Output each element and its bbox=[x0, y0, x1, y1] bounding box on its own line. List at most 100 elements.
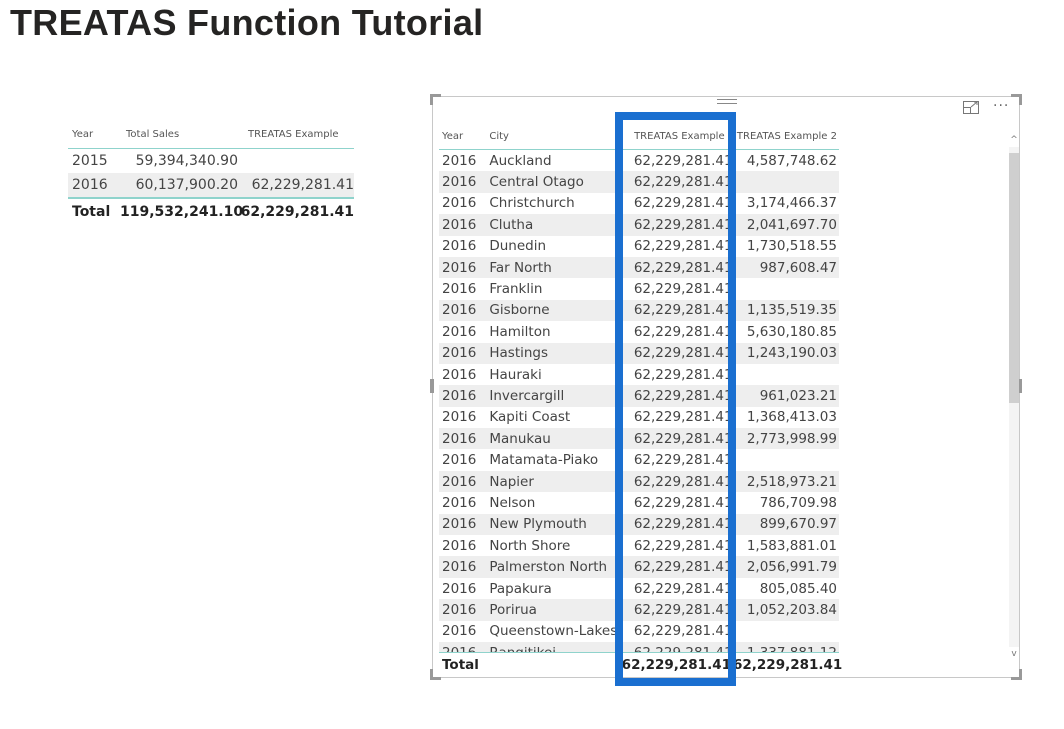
treatas-2-cell: 961,023.21 bbox=[759, 387, 837, 404]
total-sales-cell: 59,394,340.90 bbox=[135, 153, 238, 169]
column-header-total-sales[interactable]: Total Sales bbox=[120, 129, 238, 140]
city-cell: Papakura bbox=[489, 580, 552, 597]
table-row[interactable]: 2016 Queenstown-Lakes 62,229,281.41 bbox=[439, 621, 839, 642]
treatas-2-cell: 2,041,697.70 bbox=[746, 216, 837, 233]
treatas-cell: 62,229,281.41 bbox=[633, 195, 733, 212]
column-header-year[interactable]: Year bbox=[68, 129, 120, 140]
resize-handle-left[interactable] bbox=[430, 379, 434, 393]
city-cell: Matamata-Piako bbox=[489, 452, 599, 469]
vertical-scrollbar[interactable]: ^ v bbox=[1009, 133, 1019, 661]
table-row[interactable]: 2016 Christchurch 62,229,281.41 3,174,466.3… bbox=[439, 193, 839, 214]
treatas-2-cell: 2,056,991.79 bbox=[746, 559, 837, 576]
table-row[interactable]: 2016 Hamilton 62,229,281.41 5,630,180.85 bbox=[439, 321, 839, 342]
treatas-cell: 62,229,281.41 bbox=[633, 216, 733, 233]
table-row[interactable]: 2016Rangitikei62,229,281.411,337,881.12 bbox=[439, 641, 839, 652]
total-row: Total 119,532,241.10 62,229,281.41 bbox=[68, 197, 354, 224]
treatas-total: 62,229,281.41 bbox=[621, 657, 731, 673]
city-table-header: Year City TREATAS Example TREATAS Exampl… bbox=[439, 123, 839, 150]
year-cell: 2016 bbox=[442, 623, 477, 640]
treatas-2-cell: 1,730,518.55 bbox=[746, 238, 837, 255]
table-row[interactable]: 2016 Auckland 62,229,281.41 4,587,748.62 bbox=[439, 150, 839, 171]
treatas-2-cell: 786,709.98 bbox=[759, 494, 837, 511]
treatas-cell: 62,229,281.41 bbox=[633, 238, 733, 255]
table-visual[interactable]: ··· Year City TREATAS Example TREATAS Ex… bbox=[430, 94, 1022, 680]
year-cell: 2016 bbox=[442, 430, 477, 447]
table-row[interactable]: 2016 Kapiti Coast 62,229,281.41 1,368,413.0… bbox=[439, 407, 839, 428]
city-cell: Christchurch bbox=[489, 195, 575, 212]
year-cell: 2016 bbox=[442, 238, 477, 255]
table-row[interactable]: 2016 Gisborne 62,229,281.41 1,135,519.35 bbox=[439, 299, 839, 322]
treatas-2-total: 62,229,281.41 bbox=[733, 657, 843, 673]
treatas-2-cell: 1,052,203.84 bbox=[746, 601, 837, 618]
year-cell: 2016 bbox=[442, 387, 477, 404]
city-cell: Dunedin bbox=[489, 238, 547, 255]
scroll-thumb[interactable] bbox=[1009, 153, 1019, 403]
table-row[interactable]: 2016 New Plymouth 62,229,281.41 899,670.97 bbox=[439, 513, 839, 536]
table-row[interactable]: 2016 Papakura 62,229,281.41 805,085.40 bbox=[439, 578, 839, 599]
year-cell: 2015 bbox=[72, 153, 108, 169]
table-row[interactable]: 2016 North Shore 62,229,281.41 1,583,881.01 bbox=[439, 535, 839, 556]
treatas-2-cell: 1,368,413.03 bbox=[746, 409, 837, 426]
column-header-year[interactable]: Year bbox=[439, 131, 483, 142]
treatas-cell: 62,229,281.41 bbox=[633, 537, 733, 554]
total-sales-cell: 60,137,900.20 bbox=[135, 177, 238, 193]
year-cell: 2016 bbox=[442, 537, 477, 554]
table-row[interactable]: 2015 59,394,340.90 bbox=[68, 149, 354, 173]
drag-grip-icon[interactable] bbox=[717, 99, 737, 109]
treatas-cell: 62,229,281.41 bbox=[633, 494, 733, 511]
summary-header-row: Year Total Sales TREATAS Example bbox=[68, 120, 354, 149]
treatas-2-cell: 805,085.40 bbox=[759, 580, 837, 597]
scroll-track[interactable] bbox=[1009, 147, 1019, 647]
treatas-cell: 62,229,281.41 bbox=[633, 430, 733, 447]
column-header-treatas-example[interactable]: TREATAS Example bbox=[238, 129, 354, 140]
table-row[interactable]: 2016 Hastings 62,229,281.41 1,243,190.03 bbox=[439, 342, 839, 364]
table-row[interactable]: 2016 Matamata-Piako 62,229,281.41 bbox=[439, 449, 839, 470]
city-cell: New Plymouth bbox=[489, 516, 587, 533]
treatas-cell: 62,229,281.41 bbox=[633, 473, 733, 490]
table-row[interactable]: 2016 Manukau 62,229,281.41 2,773,998.99 bbox=[439, 428, 839, 450]
column-header-treatas-example-2[interactable]: TREATAS Example 2 bbox=[735, 131, 839, 142]
year-cell: 2016 bbox=[442, 580, 477, 597]
treatas-cell: 62,229,281.41 bbox=[633, 580, 733, 597]
table-row[interactable]: 2016 Clutha 62,229,281.41 2,041,697.70 bbox=[439, 214, 839, 236]
treatas-2-cell: 1,583,881.01 bbox=[746, 537, 837, 554]
table-row[interactable]: 2016 Hauraki 62,229,281.41 bbox=[439, 364, 839, 385]
table-row[interactable]: 2016 Far North 62,229,281.41 987,608.47 bbox=[439, 256, 839, 279]
scroll-up-icon[interactable]: ^ bbox=[1009, 133, 1019, 147]
table-row[interactable]: 2016 Napier 62,229,281.41 2,518,973.21 bbox=[439, 470, 839, 493]
table-row[interactable]: 2016 Invercargill 62,229,281.41 961,023.21 bbox=[439, 385, 839, 407]
total-label: Total bbox=[72, 203, 111, 220]
table-row[interactable]: 2016 Dunedin 62,229,281.41 1,730,518.55 bbox=[439, 236, 839, 257]
scroll-down-icon[interactable]: v bbox=[1009, 647, 1019, 661]
city-cell: Napier bbox=[489, 473, 534, 490]
table-row[interactable]: 2016 Porirua 62,229,281.41 1,052,203.84 bbox=[439, 599, 839, 621]
column-header-treatas-example[interactable]: TREATAS Example bbox=[620, 131, 734, 142]
year-cell: 2016 bbox=[442, 195, 477, 212]
city-cell: North Shore bbox=[489, 537, 571, 554]
table-row[interactable]: 2016 60,137,900.20 62,229,281.41 bbox=[68, 173, 354, 197]
treatas-cell: 62,229,281.41 bbox=[620, 645, 734, 652]
table-row[interactable]: 2016 Palmerston North 62,229,281.41 2,056,9… bbox=[439, 556, 839, 578]
year-cell: 2016 bbox=[442, 281, 477, 298]
treatas-total: 62,229,281.41 bbox=[240, 203, 354, 220]
table-row[interactable]: 2016 Central Otago 62,229,281.41 bbox=[439, 171, 839, 193]
resize-handle-top-right[interactable] bbox=[1011, 94, 1022, 105]
year-cell: 2016 bbox=[442, 259, 477, 276]
focus-mode-icon[interactable] bbox=[963, 101, 979, 114]
year-cell: 2016 bbox=[442, 366, 477, 383]
city-cell: Central Otago bbox=[489, 174, 584, 191]
table-row[interactable]: 2016 Franklin 62,229,281.41 bbox=[439, 278, 839, 299]
resize-handle-top-left[interactable] bbox=[430, 94, 441, 105]
treatas-2-cell: 2,773,998.99 bbox=[746, 430, 837, 447]
year-cell: 2016 bbox=[442, 473, 477, 490]
resize-handle-bottom-right[interactable] bbox=[1011, 669, 1022, 680]
year-cell: 2016 bbox=[442, 601, 477, 618]
year-cell: 2016 bbox=[442, 409, 477, 426]
year-cell: 2016 bbox=[442, 559, 477, 576]
more-options-icon[interactable]: ··· bbox=[993, 98, 1009, 114]
treatas-cell: 62,229,281.41 bbox=[633, 409, 733, 426]
table-row[interactable]: 2016 Nelson 62,229,281.41 786,709.98 bbox=[439, 492, 839, 513]
treatas-cell: 62,229,281.41 bbox=[633, 323, 733, 340]
treatas-2-cell: 5,630,180.85 bbox=[746, 323, 837, 340]
column-header-city[interactable]: City bbox=[483, 131, 620, 142]
